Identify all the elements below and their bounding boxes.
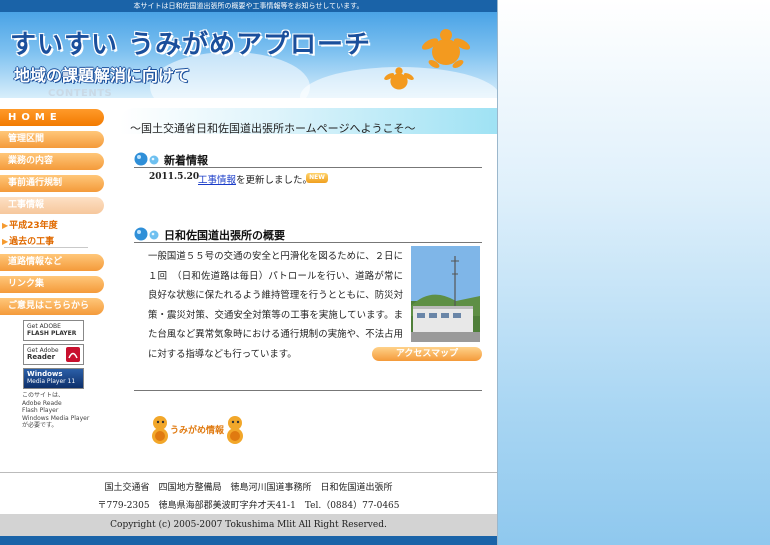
overview-body: 一般国道５５号の交通の安全と円滑化を図るために、２日に１回 （日和佐道路は毎日）… <box>148 251 403 360</box>
sidebar-item-road-info[interactable]: 道路情報など <box>0 254 104 271</box>
news-section-underline <box>134 167 482 168</box>
site-title: すいすい うみがめアプローチ <box>10 30 372 60</box>
triangle-right-icon: ▶ <box>2 221 9 230</box>
sidebar-subitem-past[interactable]: ▶過去の工事 <box>2 234 54 247</box>
sea-turtle-small-icon <box>384 67 414 90</box>
sidebar-item-management-section[interactable]: 管理区間 <box>0 131 104 148</box>
footer-organization: 国土交通省 四国地方整備局 徳島河川国道事務所 日和佐国道出張所 <box>104 483 393 493</box>
footer-address: 〒779-2305 徳島県海部郡美波町字弁才天41-1 Tel.（0884）77… <box>97 501 400 511</box>
footer-divider <box>0 472 497 473</box>
sidebar-item-construction-info[interactable]: 工事情報 <box>0 197 104 214</box>
plugin-requirement-note: このサイトは、 Adobe Reade Flash Player Windows… <box>22 392 90 429</box>
turtle-character-icon <box>152 416 168 444</box>
bubble-bullet-icon <box>134 227 159 241</box>
contents-label: CONTENTS <box>48 88 113 99</box>
bubble-bullet-icon <box>134 152 159 166</box>
sidebar-item-traffic-regulation[interactable]: 事前通行規制 <box>0 175 104 192</box>
content-divider <box>134 390 482 391</box>
sidebar-subitem-h23[interactable]: ▶平成23年度 <box>2 218 58 231</box>
welcome-heading: 〜国土交通省日和佐国道出張所ホームページへようこそ〜 <box>130 122 416 135</box>
sidebar-item-links[interactable]: リンク集 <box>0 276 104 293</box>
page-bottom-bar <box>0 536 497 545</box>
office-building-photo <box>411 246 480 342</box>
top-notice-bar: 本サイトは日和佐国道出張所の概要や工事情報等をお知らせしています。 <box>0 0 497 12</box>
sidebar-item-home[interactable]: HOME <box>0 109 104 126</box>
adobe-reader-icon <box>66 347 80 362</box>
copyright-bar: Copyright (c) 2005-2007 Tokushima Mlit A… <box>0 514 497 536</box>
sidebar-divider <box>4 247 88 248</box>
overview-section-underline <box>134 242 482 243</box>
get-flash-player-badge[interactable]: Get ADOBE FLASH PLAYER <box>23 320 84 341</box>
news-link-construction[interactable]: 工事情報 <box>198 175 236 186</box>
sidebar-item-feedback[interactable]: ご意見はこちらから <box>0 298 104 315</box>
turtle-character-icon <box>227 416 243 444</box>
sea-turtle-icon <box>421 29 471 68</box>
get-adobe-reader-badge[interactable]: Get Adobe Reader <box>23 344 84 365</box>
site-subtitle: 地域の課題解消に向けて <box>14 66 191 85</box>
news-date: 2011.5.20 <box>149 172 200 182</box>
sidebar-item-business[interactable]: 業務の内容 <box>0 153 104 170</box>
news-text: 工事情報を更新しました。 <box>198 175 313 186</box>
access-map-button[interactable]: アクセスマップ <box>372 347 482 361</box>
triangle-right-icon: ▶ <box>2 237 9 246</box>
get-windows-media-player-badge[interactable]: Windows Media Player 11 <box>23 368 84 389</box>
page-container: 本サイトは日和佐国道出張所の概要や工事情報等をお知らせしています。 すいすい う… <box>0 0 498 545</box>
site-header: すいすい うみがめアプローチ 地域の課題解消に向けて <box>0 12 497 98</box>
new-badge: NEW <box>306 173 328 183</box>
umigame-info-banner[interactable]: うみがめ情報 <box>150 413 245 445</box>
top-notice-text: 本サイトは日和佐国道出張所の概要や工事情報等をお知らせしています。 <box>133 2 364 10</box>
